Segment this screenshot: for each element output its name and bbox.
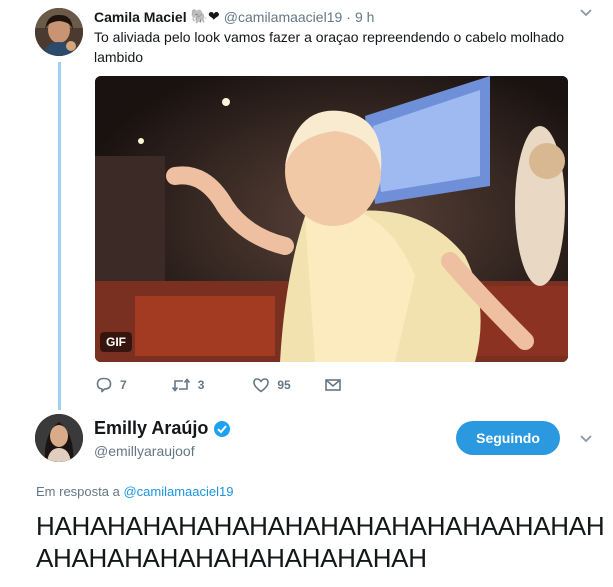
reply-to-handle-link[interactable]: @camilamaaciel19 [123, 484, 233, 499]
thread-connector-line [58, 62, 61, 410]
camila-avatar[interactable] [35, 8, 83, 56]
tweet1-header: Camila Maciel 🐘❤ @camilamaaciel19 · 9 h [94, 8, 374, 25]
tweet1-gif-media[interactable]: GIF [95, 76, 568, 362]
reply-prefix: Em resposta a [36, 484, 120, 499]
tweet1-separator: · [346, 8, 351, 25]
tweet2-author-handle[interactable]: @emillyaraujoof [94, 443, 195, 459]
gif-badge: GIF [100, 332, 132, 352]
retweet-count: 3 [197, 378, 205, 392]
retweet-button[interactable]: 3 [171, 376, 205, 394]
following-button[interactable]: Seguindo [456, 421, 560, 455]
tweet1-author-name[interactable]: Camila Maciel [94, 9, 187, 25]
chevron-down-icon[interactable] [579, 6, 593, 20]
direct-message-button[interactable] [324, 376, 342, 394]
reply-icon [96, 377, 112, 393]
emilly-avatar[interactable] [35, 414, 83, 462]
tweet1-actions: 7 3 95 [95, 376, 342, 394]
tweet1-text: To aliviada pelo look vamos fazer a oraç… [94, 29, 565, 65]
retweet-icon [171, 378, 190, 392]
heart-icon [253, 378, 270, 393]
tweet2-author-name-row: Emilly Araújo [94, 418, 231, 439]
like-count: 95 [277, 378, 291, 392]
name-emoji: 🐘❤ [190, 8, 220, 24]
emilly-avatar-image [35, 414, 83, 462]
gif-thumbnail-image [95, 76, 568, 362]
reply-button[interactable]: 7 [95, 376, 127, 394]
tweet2-text: HAHAHAHAHAHAHAHAHAHAHAHAHAAHAHAHAHAHAHAH… [36, 511, 605, 573]
verified-badge-icon [214, 420, 231, 437]
tweet1-time[interactable]: 9 h [355, 9, 374, 25]
camila-avatar-image [35, 8, 83, 56]
reply-context: Em resposta a @camilamaaciel19 [36, 484, 233, 499]
envelope-icon [324, 379, 341, 391]
reply-count: 7 [120, 378, 127, 392]
tweet2-author-name[interactable]: Emilly Araújo [94, 418, 208, 439]
tweet1-author-handle[interactable]: @camilamaaciel19 [224, 9, 342, 25]
like-button[interactable]: 95 [252, 376, 291, 394]
chevron-down-icon[interactable] [579, 432, 593, 446]
